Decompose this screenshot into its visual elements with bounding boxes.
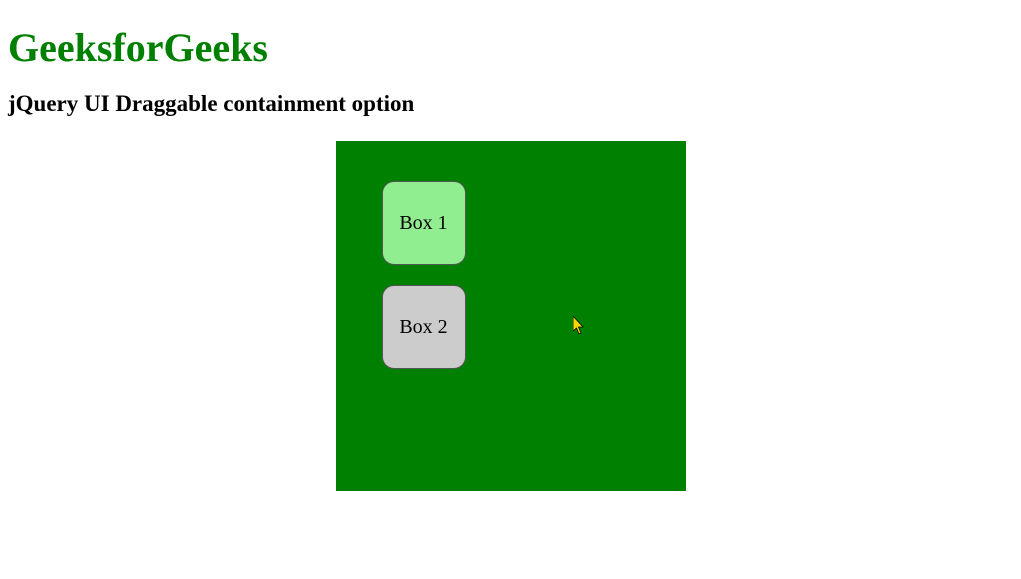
box-label: Box 2 — [399, 316, 447, 339]
page-title: GeeksforGeeks — [8, 24, 1013, 71]
draggable-box-1[interactable]: Box 1 — [382, 181, 466, 265]
box-label: Box 1 — [399, 212, 447, 235]
page-subtitle: jQuery UI Draggable containment option — [8, 91, 1013, 117]
draggable-box-2[interactable]: Box 2 — [382, 285, 466, 369]
drag-container: Box 1 Box 2 — [336, 141, 686, 491]
